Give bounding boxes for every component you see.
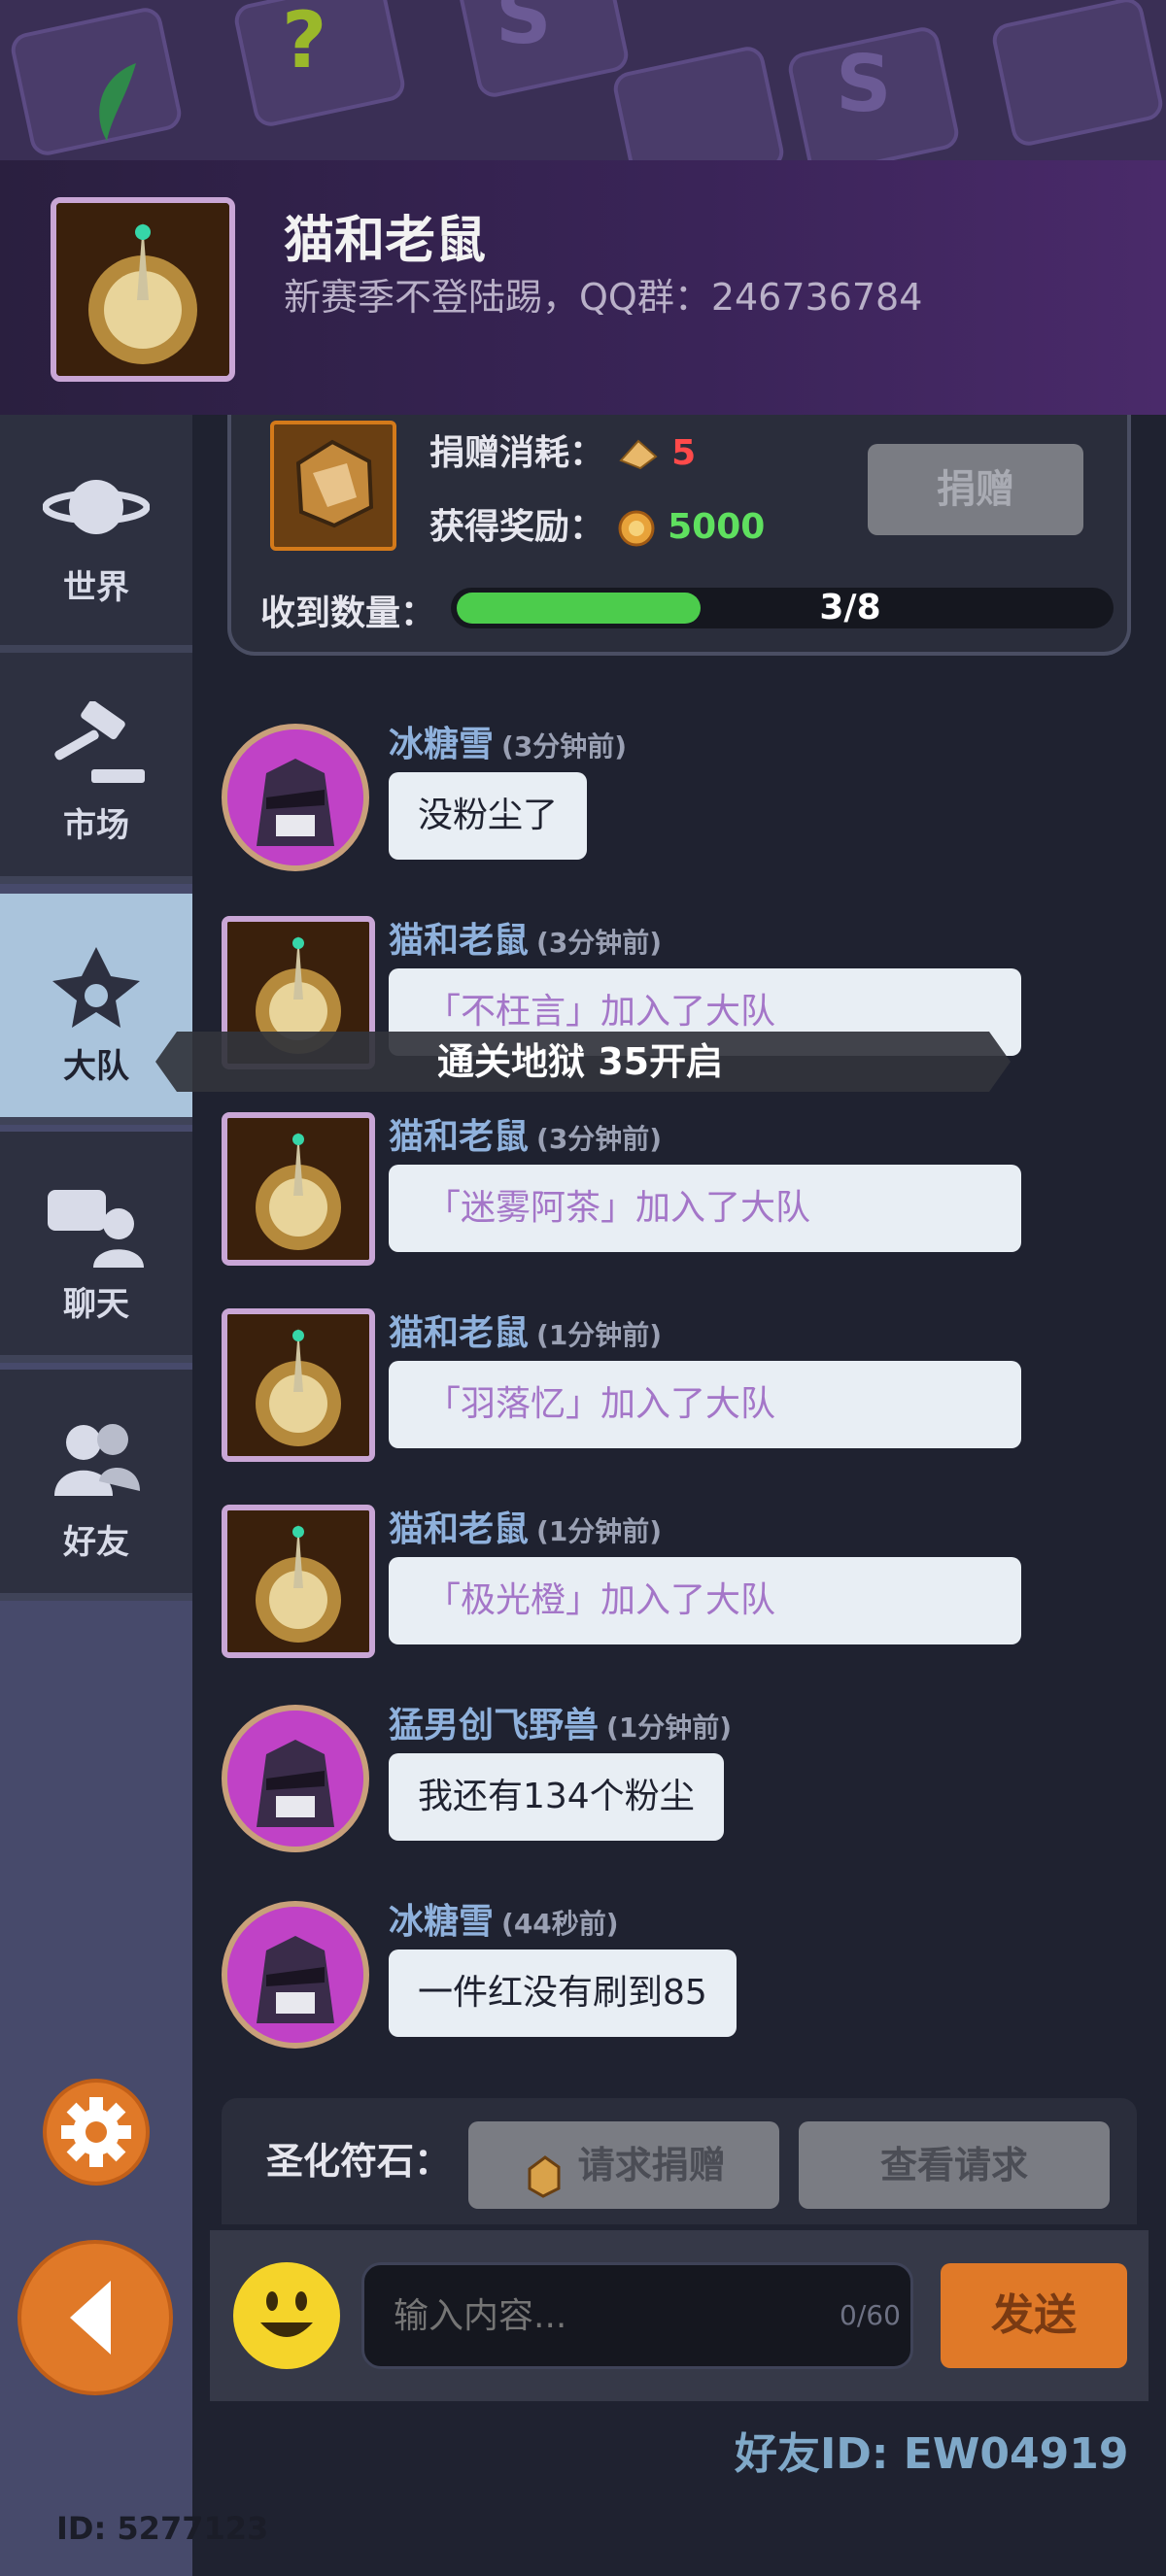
guild-avatar[interactable] bbox=[222, 1505, 375, 1658]
chat-message: 猫和老鼠 (3分钟前) 「迷雾阿茶」加入了大队 bbox=[222, 1108, 1096, 1293]
char-counter: 0/60 bbox=[840, 2299, 901, 2331]
system-message-bubble: 「极光橙」加入了大队 bbox=[389, 1557, 1021, 1644]
sender-name[interactable]: 冰糖雪 (3分钟前) bbox=[389, 716, 627, 766]
sidebar-item-market[interactable]: 市场 bbox=[0, 653, 192, 884]
sender-name[interactable]: 猫和老鼠 (3分钟前) bbox=[389, 1108, 662, 1159]
chat-message: 猛男创飞野兽 (1分钟前) 我还有134个粉尘 bbox=[222, 1697, 1096, 1881]
guild-title: 猫和老鼠 bbox=[284, 212, 487, 270]
s-glyph-icon: S bbox=[496, 0, 552, 61]
message-time: (3分钟前) bbox=[536, 927, 663, 959]
received-progress-bar: 3/8 bbox=[451, 588, 1114, 628]
message-time: (1分钟前) bbox=[536, 1319, 663, 1351]
sidebar-item-label: 世界 bbox=[63, 568, 129, 607]
friends-icon bbox=[54, 1424, 140, 1496]
guild-emblem-icon bbox=[52, 947, 140, 1028]
settings-button[interactable] bbox=[43, 2079, 150, 2186]
message-bubble: 我还有134个粉尘 bbox=[389, 1753, 724, 1841]
request-donation-button[interactable]: 请求捐赠 bbox=[468, 2121, 779, 2209]
chat-input-bar: 0/60 发送 bbox=[210, 2230, 1149, 2401]
system-message-bubble: 「迷雾阿茶」加入了大队 bbox=[389, 1165, 1021, 1252]
s-glyph-icon-2: S bbox=[836, 39, 892, 129]
sender-name-text: 猫和老鼠 bbox=[389, 1509, 530, 1549]
smiley-icon bbox=[260, 2291, 313, 2337]
donation-card: 捐赠消耗： 5 获得奖励： 5000 捐赠 收到数量： 3/8 bbox=[227, 415, 1131, 656]
crystal-icon bbox=[617, 437, 660, 472]
hooded-avatar[interactable] bbox=[222, 724, 369, 871]
donation-cost-value: 5 bbox=[671, 433, 697, 473]
message-bubble: 没粉尘了 bbox=[389, 772, 588, 860]
message-time: (3分钟前) bbox=[536, 1123, 663, 1155]
sidebar-item-label: 聊天 bbox=[63, 1285, 129, 1324]
back-arrow-icon bbox=[70, 2281, 111, 2355]
message-time: (1分钟前) bbox=[606, 1712, 733, 1744]
donation-reward-value: 5000 bbox=[668, 507, 766, 547]
request-bar: 圣化符石： 请求捐赠 查看请求 bbox=[222, 2098, 1137, 2224]
rune-label: 圣化符石： bbox=[266, 2140, 452, 2183]
message-time: (1分钟前) bbox=[536, 1515, 663, 1547]
back-button[interactable] bbox=[17, 2240, 173, 2395]
guild-header: 猫和老鼠 新赛季不登陆踢，QQ群：246736784 bbox=[0, 160, 1166, 419]
sidebar-item-friends[interactable]: 好友 bbox=[0, 1370, 192, 1601]
sender-name-text: 冰糖雪 bbox=[389, 1902, 495, 1942]
chat-message: 猫和老鼠 (1分钟前) 「羽落忆」加入了大队 bbox=[222, 1305, 1096, 1489]
decorative-banner: ? S S bbox=[0, 0, 1166, 165]
sidebar-item-world[interactable]: 世界 bbox=[0, 415, 192, 653]
donation-reward-label: 获得奖励： bbox=[429, 507, 605, 547]
request-donation-label: 请求捐赠 bbox=[577, 2144, 726, 2186]
tooltip-text: 通关地狱 35开启 bbox=[437, 1040, 724, 1083]
donation-cost-label: 捐赠消耗： bbox=[429, 433, 605, 473]
sender-name[interactable]: 猫和老鼠 (1分钟前) bbox=[389, 1501, 662, 1551]
leaf-icon bbox=[99, 63, 136, 141]
sidebar-item-chat[interactable]: 聊天 bbox=[0, 1132, 192, 1363]
message-time: (3分钟前) bbox=[501, 730, 628, 763]
gear-icon bbox=[61, 2097, 131, 2167]
sidebar-item-label: 市场 bbox=[63, 806, 129, 845]
question-mark-icon: ? bbox=[282, 0, 327, 85]
chat-message: 冰糖雪 (3分钟前) 没粉尘了 bbox=[222, 716, 1096, 900]
chat-input[interactable] bbox=[361, 2262, 913, 2369]
user-id: ID: 5277123 bbox=[56, 2510, 269, 2547]
message-bubble: 一件红没有刷到85 bbox=[389, 1949, 737, 2037]
guild-avatar[interactable] bbox=[51, 197, 235, 382]
send-button[interactable]: 发送 bbox=[941, 2263, 1127, 2368]
chat-message: 猫和老鼠 (1分钟前) 「极光橙」加入了大队 bbox=[222, 1501, 1096, 1685]
guild-avatar[interactable] bbox=[222, 1308, 375, 1462]
sender-name[interactable]: 猛男创飞野兽 (1分钟前) bbox=[389, 1697, 732, 1747]
shield-sword-icon bbox=[56, 203, 229, 376]
sender-name-text: 冰糖雪 bbox=[389, 725, 495, 764]
chat-icon bbox=[48, 1190, 144, 1268]
sidebar-item-label: 好友 bbox=[63, 1523, 129, 1562]
sender-name[interactable]: 猫和老鼠 (1分钟前) bbox=[389, 1305, 662, 1355]
progress-text: 3/8 bbox=[819, 588, 881, 627]
emoji-button[interactable] bbox=[233, 2262, 340, 2369]
sender-name[interactable]: 猫和老鼠 (3分钟前) bbox=[389, 912, 662, 963]
guild-announcement: 新赛季不登陆踢，QQ群：246736784 bbox=[284, 276, 923, 319]
chat-message: 冰糖雪 (44秒前) 一件红没有刷到85 bbox=[222, 1893, 1096, 2078]
message-time: (44秒前) bbox=[501, 1908, 619, 1940]
sender-name-text: 猫和老鼠 bbox=[389, 1313, 530, 1353]
system-message-bubble: 「羽落忆」加入了大队 bbox=[389, 1361, 1021, 1448]
hooded-avatar[interactable] bbox=[222, 1705, 369, 1852]
view-requests-button[interactable]: 查看请求 bbox=[799, 2121, 1110, 2209]
sender-name[interactable]: 冰糖雪 (44秒前) bbox=[389, 1893, 619, 1944]
hooded-avatar[interactable] bbox=[222, 1901, 369, 2049]
donate-button[interactable]: 捐赠 bbox=[868, 444, 1083, 535]
friend-id: 好友ID: EW04919 bbox=[735, 2429, 1129, 2479]
gavel-icon bbox=[54, 701, 145, 783]
sidebar-item-guild[interactable]: 大队 bbox=[0, 894, 200, 1125]
sender-name-text: 猫和老鼠 bbox=[389, 1117, 530, 1157]
planet-icon bbox=[43, 480, 150, 534]
coin-icon bbox=[617, 509, 656, 548]
unlock-tooltip: 通关地狱 35开启 bbox=[155, 1032, 1011, 1092]
ore-item-icon bbox=[270, 421, 396, 551]
rune-icon bbox=[522, 2144, 565, 2198]
guild-avatar[interactable] bbox=[222, 1112, 375, 1266]
received-count-label: 收到数量： bbox=[260, 593, 436, 633]
sender-name-text: 猫和老鼠 bbox=[389, 921, 530, 961]
sender-name-text: 猛男创飞野兽 bbox=[389, 1706, 600, 1746]
